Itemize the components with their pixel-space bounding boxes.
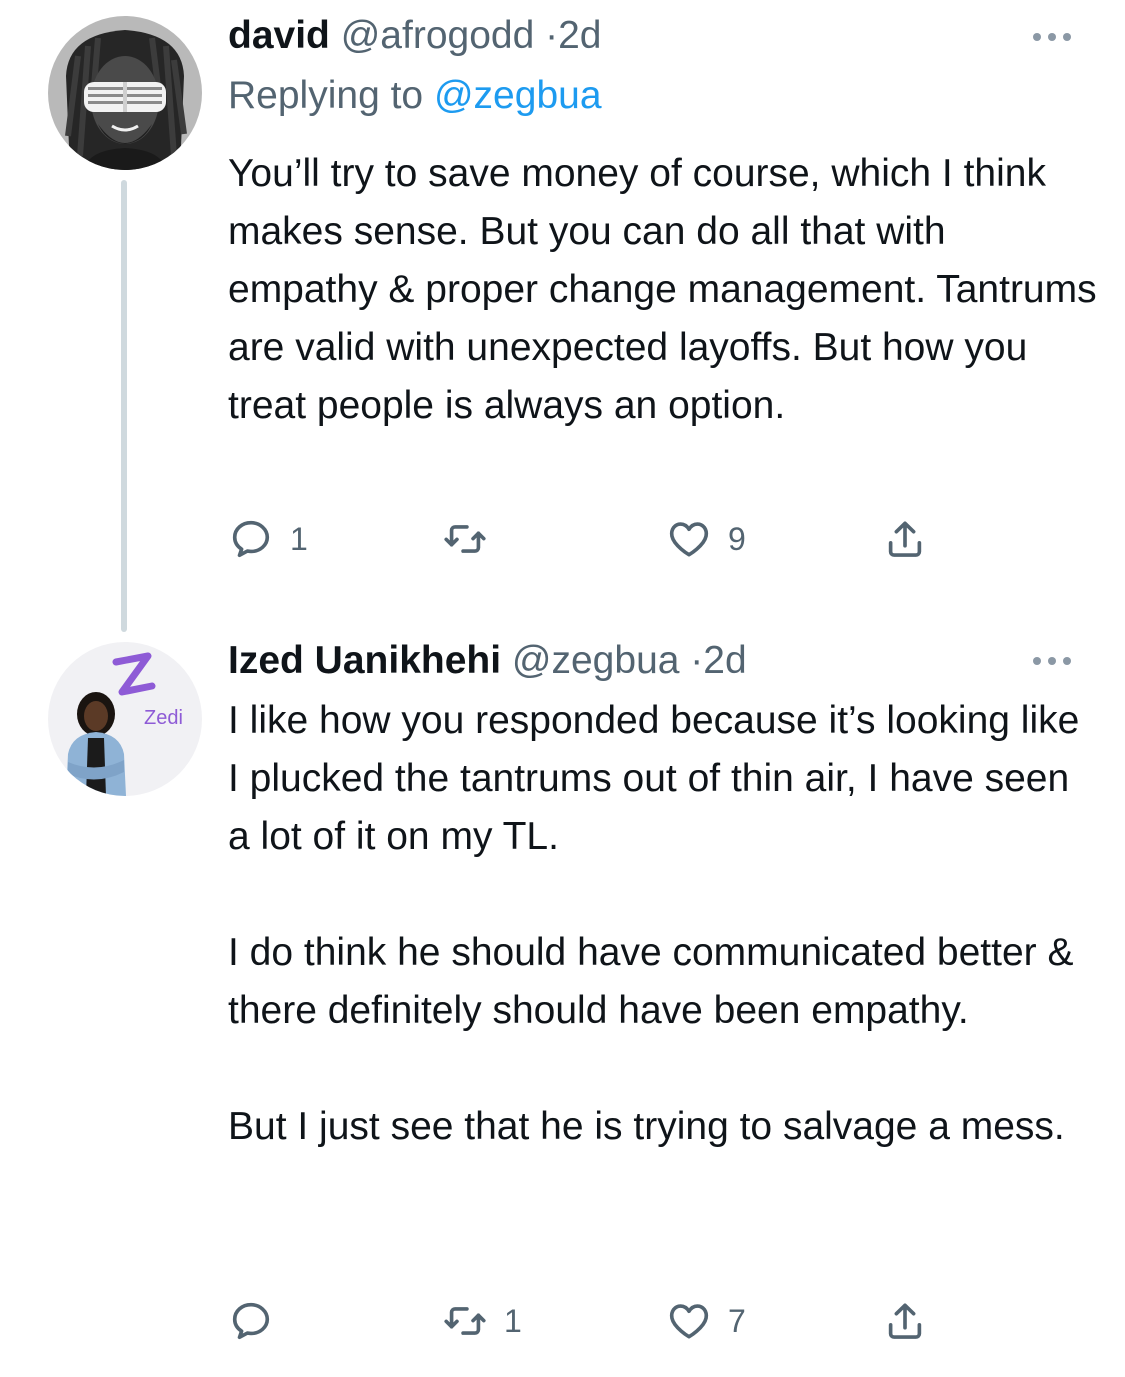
like-count: 9 bbox=[728, 520, 746, 557]
header-separator: · bbox=[534, 14, 559, 57]
reply-bubble-icon bbox=[232, 1302, 270, 1340]
share-upload-icon bbox=[888, 1303, 922, 1339]
tweet-paragraph: You’ll try to save money of course, whic… bbox=[228, 152, 1097, 427]
tweet-header: david @afrogodd ·2d bbox=[228, 12, 602, 60]
like-count: 7 bbox=[728, 1302, 746, 1339]
tweet-action-bar: 1 9 bbox=[228, 514, 948, 564]
more-horizontal-icon bbox=[1033, 657, 1071, 665]
avatar-ized[interactable]: Zedi bbox=[48, 642, 202, 796]
share-button[interactable] bbox=[882, 1296, 928, 1346]
author-display-name[interactable]: david bbox=[228, 14, 330, 57]
retweet-button[interactable] bbox=[442, 514, 504, 564]
tweet-david: david @afrogodd ·2d Replying to @zegbua … bbox=[0, 0, 1125, 632]
retweet-icon bbox=[444, 525, 486, 553]
header-separator: · bbox=[679, 639, 704, 682]
retweet-count: 1 bbox=[504, 1302, 522, 1339]
tweet-paragraph: I do think he should have communicated b… bbox=[228, 931, 1074, 1032]
tweet-header: Ized Uanikhehi @zegbua ·2d bbox=[228, 637, 747, 685]
heart-outline-icon bbox=[669, 522, 709, 557]
avatar-photo-ized: Zedi bbox=[48, 642, 202, 796]
replying-to-mention[interactable]: @zegbua bbox=[434, 74, 602, 117]
more-horizontal-icon bbox=[1033, 33, 1071, 41]
tweet-body: You’ll try to save money of course, whic… bbox=[228, 145, 1098, 435]
retweet-icon bbox=[444, 1307, 486, 1335]
tweet-paragraph: But I just see that he is trying to salv… bbox=[228, 1105, 1065, 1148]
share-upload-icon bbox=[888, 521, 922, 557]
tweet-ized: Zedi Ized Uanikhehi @zegbua ·2d I like h… bbox=[0, 620, 1125, 1377]
tweet-paragraph: I like how you responded because it’s lo… bbox=[228, 699, 1080, 858]
more-options-button[interactable] bbox=[1031, 30, 1073, 44]
tweet-timestamp[interactable]: 2d bbox=[558, 14, 601, 57]
like-button[interactable]: 7 bbox=[666, 1296, 746, 1346]
tweet-action-bar: 1 7 bbox=[228, 1296, 948, 1346]
thread-connector-line bbox=[121, 180, 127, 632]
tweet-timestamp[interactable]: 2d bbox=[703, 639, 746, 682]
avatar-photo-david bbox=[48, 16, 202, 170]
reply-button[interactable]: 1 bbox=[228, 514, 308, 564]
replying-to-label: Replying to bbox=[228, 74, 424, 117]
reply-button[interactable] bbox=[228, 1296, 290, 1346]
share-button[interactable] bbox=[882, 514, 928, 564]
avatar-logo-text: Zedi bbox=[144, 707, 183, 729]
retweet-button[interactable]: 1 bbox=[442, 1296, 522, 1346]
author-handle[interactable]: @afrogodd bbox=[341, 14, 535, 57]
tweet-body: I like how you responded because it’s lo… bbox=[228, 692, 1098, 1156]
reply-count: 1 bbox=[290, 520, 308, 557]
replying-to-line: Replying to @zegbua bbox=[228, 72, 602, 120]
avatar-david[interactable] bbox=[48, 16, 202, 170]
author-display-name[interactable]: Ized Uanikhehi bbox=[228, 639, 501, 682]
heart-outline-icon bbox=[669, 1304, 709, 1339]
author-handle[interactable]: @zegbua bbox=[512, 639, 680, 682]
more-options-button[interactable] bbox=[1031, 654, 1073, 668]
like-button[interactable]: 9 bbox=[666, 514, 746, 564]
reply-bubble-icon bbox=[232, 520, 270, 558]
